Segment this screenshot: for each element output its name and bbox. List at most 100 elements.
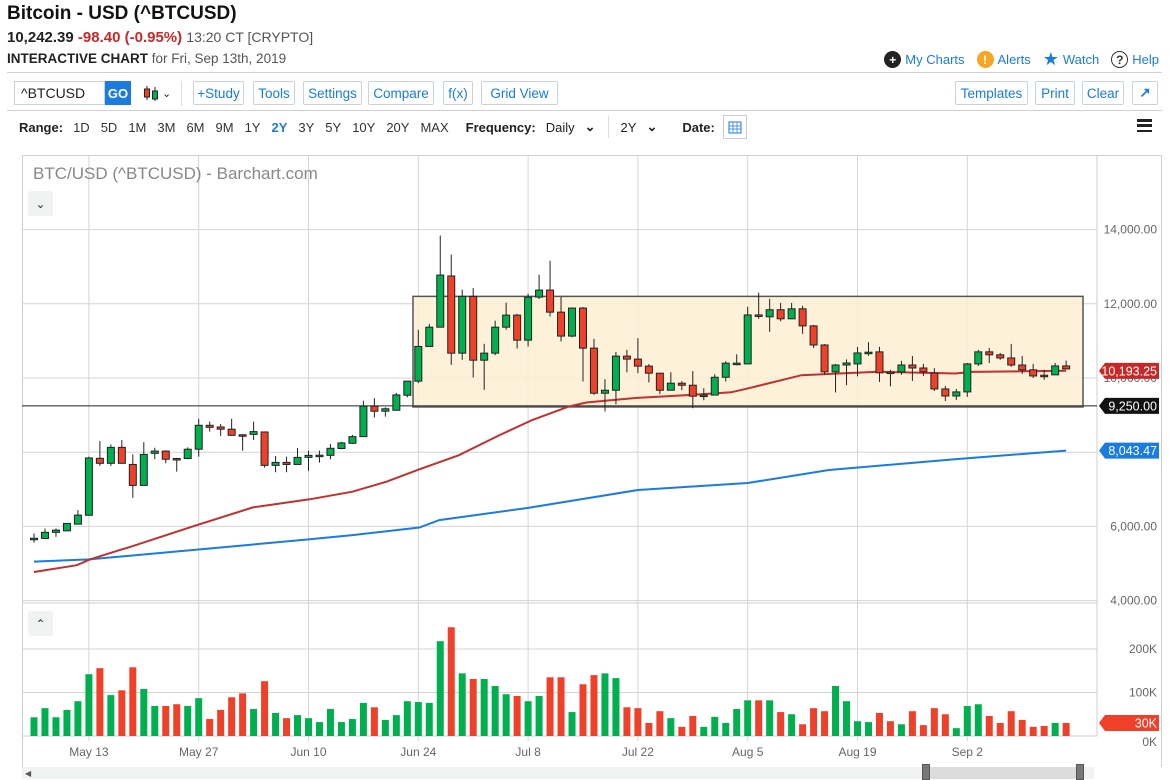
symbol-input[interactable] xyxy=(14,81,105,105)
volume-bar xyxy=(700,726,708,736)
range-10y[interactable]: 10Y xyxy=(352,120,375,135)
interactive-chart-label: INTERACTIVE CHART xyxy=(7,51,148,66)
range-options: 1D 5D 1M 3M 6M 9M 1Y 2Y 3Y 5Y 10Y 20Y MAX xyxy=(73,120,460,135)
candle-down xyxy=(447,275,456,354)
clear-button[interactable]: Clear xyxy=(1082,81,1124,105)
range-5d[interactable]: 5D xyxy=(101,120,118,135)
range-3y[interactable]: 3Y xyxy=(298,120,314,135)
volume-bar xyxy=(1007,711,1015,736)
range-2y[interactable]: 2Y xyxy=(271,120,287,135)
go-button[interactable]: GO xyxy=(105,81,131,105)
frequency-select[interactable]: Daily ⌄ xyxy=(546,119,596,135)
settings-button[interactable]: Settings xyxy=(303,81,362,105)
divider xyxy=(181,81,182,106)
frequency-label: Frequency: xyxy=(465,119,536,135)
candle-up xyxy=(502,314,511,328)
candle-up xyxy=(62,522,71,532)
chart-scrollbar[interactable]: ◀ xyxy=(22,764,1094,780)
volume-collapse-button[interactable]: ⌃ xyxy=(28,611,53,636)
quote-line: 10,242.39 -98.40 (-0.95%) 13:20 CT [CRYP… xyxy=(7,29,313,46)
calendar-button[interactable] xyxy=(722,115,747,139)
range-5y[interactable]: 5Y xyxy=(325,120,341,135)
calendar-icon xyxy=(728,121,742,134)
range-6m[interactable]: 6M xyxy=(186,120,204,135)
volume-bar xyxy=(886,721,894,736)
chart-date: for Fri, Sep 13th, 2019 xyxy=(151,51,287,66)
range-3m[interactable]: 3M xyxy=(157,120,175,135)
scroll-thumb[interactable] xyxy=(925,767,1080,779)
range-1d[interactable]: 1D xyxy=(73,120,90,135)
scroll-handle-left[interactable] xyxy=(922,764,930,780)
candle-up xyxy=(436,274,445,328)
grid-view-button[interactable]: Grid View xyxy=(481,81,558,105)
chevron-up-icon: ⌃ xyxy=(35,616,46,631)
compare-button[interactable]: Compare xyxy=(368,81,434,105)
scroll-left-icon[interactable]: ◀ xyxy=(25,769,31,778)
study-button[interactable]: +Study xyxy=(193,81,244,105)
price-tick-label: 4,000.00 xyxy=(1110,594,1157,608)
candle-down xyxy=(260,431,269,466)
candle-down xyxy=(776,309,785,320)
watch-label: Watch xyxy=(1062,52,1100,67)
range-20y[interactable]: 20Y xyxy=(386,120,409,135)
chart-title: BTC/USD (^BTCUSD) - Barchart.com xyxy=(33,164,318,183)
volume-bar xyxy=(107,695,115,736)
menu-icon[interactable] xyxy=(1137,119,1152,132)
volume-bar xyxy=(403,701,411,736)
fx-button[interactable]: f(x) xyxy=(443,81,473,105)
chevron-down-icon: ⌄ xyxy=(584,119,596,134)
my-charts-link[interactable]: + My Charts xyxy=(884,51,965,68)
collapse-button[interactable]: ⌄ xyxy=(28,191,53,216)
volume-bar xyxy=(206,719,214,736)
divider xyxy=(607,116,609,138)
candle-up xyxy=(480,352,489,361)
period-select[interactable]: 2Y ⌄ xyxy=(621,119,658,135)
chart-type-select[interactable]: ⌄ xyxy=(142,84,172,102)
date-label: May 27 xyxy=(179,745,219,759)
volume-bar xyxy=(458,673,466,736)
scroll-handle-right[interactable] xyxy=(1076,764,1084,780)
tools-button[interactable]: Tools xyxy=(253,81,295,105)
candle-down xyxy=(798,308,807,327)
candle-up xyxy=(293,456,302,465)
print-button[interactable]: Print xyxy=(1035,81,1075,105)
price-chart[interactable]: 4,000.006,000.008,000.0010,000.0012,000.… xyxy=(0,150,1169,779)
volume-bar xyxy=(601,673,609,736)
ma50-price-tag-text: 10,193.25 xyxy=(1101,364,1157,378)
candle-up xyxy=(491,326,500,354)
candle-up xyxy=(183,448,192,460)
candle-up xyxy=(381,408,390,412)
range-9m[interactable]: 9M xyxy=(216,120,234,135)
help-link[interactable]: ? Help xyxy=(1111,51,1159,68)
templates-button[interactable]: Templates xyxy=(955,81,1028,105)
volume-bar xyxy=(469,679,477,736)
candle-down xyxy=(469,295,478,361)
volume-bar xyxy=(579,684,587,736)
volume-bar xyxy=(667,718,675,736)
volume-bar xyxy=(733,709,741,736)
candle-down xyxy=(1007,357,1016,366)
volume-bar xyxy=(326,709,334,736)
alerts-link[interactable]: ! Alerts xyxy=(976,51,1031,68)
volume-bar xyxy=(689,715,697,736)
candle-down xyxy=(1029,369,1038,377)
volume-bar xyxy=(414,702,422,736)
watch-link[interactable]: ★ Watch xyxy=(1043,49,1100,70)
range-1y[interactable]: 1Y xyxy=(245,120,261,135)
period-value: 2Y xyxy=(620,119,637,135)
candle-down xyxy=(513,314,522,341)
candle-up xyxy=(392,394,401,411)
candle-down xyxy=(677,382,686,386)
volume-bar xyxy=(74,701,82,736)
candle-down xyxy=(820,344,829,373)
candle-up xyxy=(326,447,335,456)
expand-arrow-icon: ↗ xyxy=(1139,85,1151,100)
range-max[interactable]: MAX xyxy=(420,120,448,135)
candlestick-icon xyxy=(144,86,158,101)
candle-up xyxy=(30,537,38,541)
volume-bar xyxy=(821,711,829,736)
candle-up xyxy=(568,307,577,337)
range-1m[interactable]: 1M xyxy=(128,120,146,135)
expand-button[interactable]: ↗ xyxy=(1132,81,1158,105)
volume-bar xyxy=(337,722,345,736)
